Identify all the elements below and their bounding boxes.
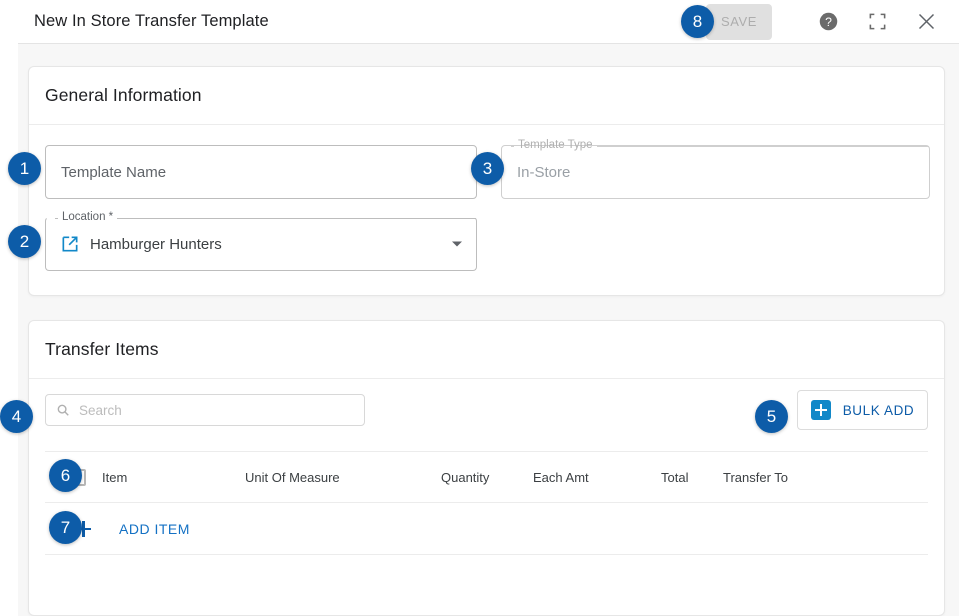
annotation-badge-1: 1 [8,152,41,185]
window-titlebar: New In Store Transfer Template SAVE ? [18,0,959,44]
svg-text:?: ? [825,15,832,29]
location-select[interactable]: Location * Hamburger Hunters [45,212,477,271]
add-item-button[interactable]: ADD ITEM [75,520,190,537]
template-type-label: Template Type [518,139,593,152]
column-header-each-amt[interactable]: Each Amt [533,470,661,485]
fullscreen-icon[interactable] [862,7,892,37]
annotation-badge-4: 4 [0,400,33,433]
search-icon [56,403,70,417]
transfer-items-table: Item Unit Of Measure Quantity Each Amt T… [45,451,928,615]
plus-square-icon [810,400,831,420]
column-header-transfer-to[interactable]: Transfer To [723,470,843,485]
transfer-items-card: Transfer Items Search BULK ADD Item Unit… [28,320,945,616]
location-label: Location * [62,211,114,224]
external-link-icon[interactable] [60,234,80,254]
add-item-row: ADD ITEM [45,503,928,555]
template-name-placeholder: Template Name [61,163,167,181]
template-type-field: Template Type In-Store [501,140,930,199]
titlebar-actions: SAVE ? [706,3,941,40]
add-item-label: ADD ITEM [119,520,190,537]
template-name-input[interactable]: Template Name [45,145,477,199]
template-type-value: In-Store [517,163,571,181]
location-notch: Location * [55,210,476,226]
search-input[interactable]: Search [45,394,365,426]
annotation-badge-2: 2 [8,225,41,258]
save-button[interactable]: SAVE [706,3,772,40]
annotation-badge-8: 8 [681,5,714,38]
bulk-add-button[interactable]: BULK ADD [797,390,928,430]
annotation-badge-7: 7 [49,511,82,544]
chevron-down-icon[interactable] [452,241,462,247]
column-header-item[interactable]: Item [102,470,245,485]
location-value: Hamburger Hunters [90,235,222,253]
annotation-badge-3: 3 [471,152,504,185]
column-header-unit-of-measure[interactable]: Unit Of Measure [245,470,441,485]
annotation-badge-5: 5 [755,400,788,433]
search-placeholder: Search [79,402,122,418]
column-header-quantity[interactable]: Quantity [441,470,533,485]
close-icon[interactable] [911,7,941,37]
bulk-add-label: BULK ADD [842,402,915,418]
template-type-notch: Template Type [511,138,929,154]
annotation-badge-6: 6 [49,459,82,492]
transfer-items-title: Transfer Items [45,339,159,359]
general-information-title: General Information [45,85,202,105]
transfer-items-toolbar: Search BULK ADD [29,379,944,441]
general-information-header: General Information [29,67,944,125]
page-title: New In Store Transfer Template [34,12,269,30]
table-header-row: Item Unit Of Measure Quantity Each Amt T… [45,451,928,503]
help-circle-icon[interactable]: ? [813,7,843,37]
column-header-total[interactable]: Total [661,470,723,485]
transfer-items-header: Transfer Items [29,321,944,379]
